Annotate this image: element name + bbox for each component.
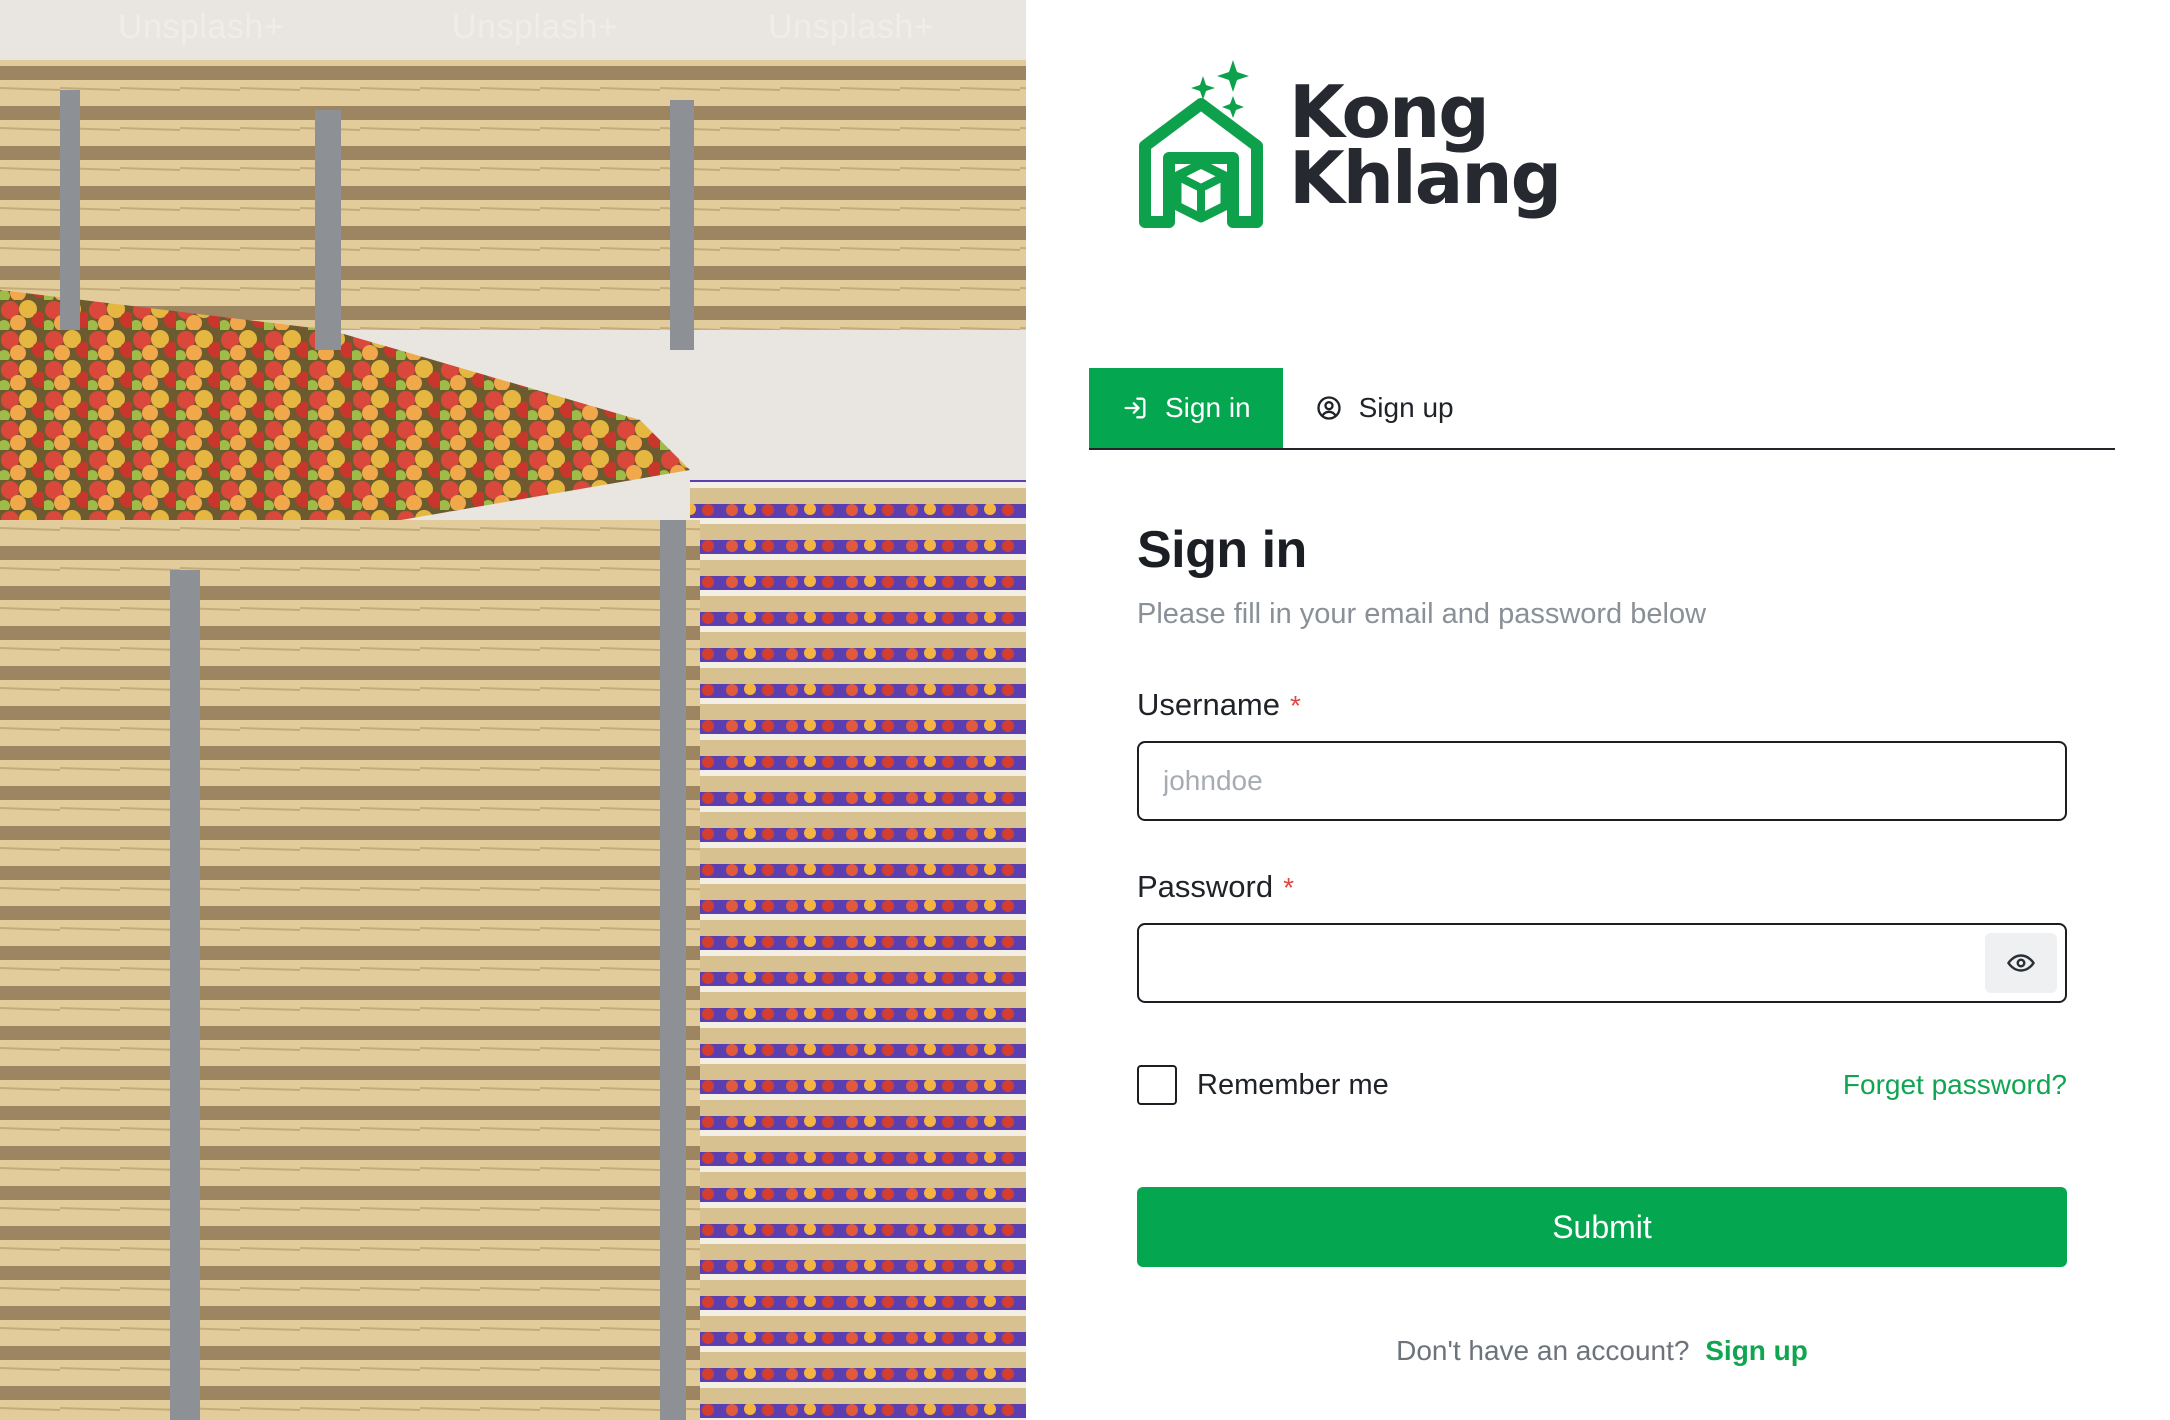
username-input[interactable]	[1139, 743, 2065, 819]
submit-button[interactable]: Submit	[1137, 1187, 2067, 1267]
brand-name: Kong Khlang	[1289, 76, 1562, 220]
auth-panel: Kong Khlang Sign in Sign up Sign in Plea…	[1026, 0, 2170, 1420]
signup-link[interactable]: Sign up	[1705, 1335, 1808, 1366]
toggle-password-visibility-button[interactable]	[1985, 933, 2057, 993]
sign-in-form: Sign in Please fill in your email and pa…	[1137, 520, 2067, 1367]
required-mark: *	[1283, 872, 1295, 903]
sign-in-icon	[1121, 394, 1149, 422]
remember-me-label[interactable]: Remember me	[1197, 1069, 1389, 1102]
apple-crates-image	[0, 0, 1026, 1420]
user-circle-icon	[1315, 394, 1343, 422]
required-mark: *	[1290, 690, 1301, 721]
signup-prompt: Don't have an account? Sign up	[1137, 1335, 2067, 1367]
remember-me-checkbox[interactable]	[1137, 1065, 1177, 1105]
username-label: Username *	[1137, 687, 2067, 723]
forgot-password-link[interactable]: Forget password?	[1843, 1069, 2067, 1101]
sign-in-page: Unsplash+ Unsplash+ Unsplash+ Kong Khlan…	[0, 0, 2170, 1420]
watermark-text: Unsplash+	[768, 8, 935, 46]
auth-tabs: Sign in Sign up	[1089, 368, 2115, 450]
password-label: Password *	[1137, 869, 2067, 905]
tab-sign-up[interactable]: Sign up	[1283, 368, 1486, 448]
brand-logo: Kong Khlang	[1137, 60, 1562, 230]
remember-me: Remember me	[1137, 1065, 1389, 1105]
signup-prompt-text: Don't have an account?	[1396, 1335, 1690, 1366]
eye-icon	[2007, 954, 2035, 972]
form-title: Sign in	[1137, 521, 1307, 579]
watermark-text: Unsplash+	[452, 8, 619, 46]
brand-name-line2: Khlang	[1289, 136, 1562, 220]
form-options-row: Remember me Forget password?	[1137, 1065, 2067, 1105]
watermark-text: Unsplash+	[118, 8, 285, 46]
username-label-text: Username	[1137, 687, 1280, 722]
form-subtitle: Please fill in your email and password b…	[1137, 598, 1707, 630]
tab-sign-up-label: Sign up	[1358, 392, 1454, 423]
hero-photo: Unsplash+ Unsplash+ Unsplash+	[0, 0, 1026, 1420]
tab-sign-in-label: Sign in	[1165, 392, 1251, 423]
username-field-wrapper	[1137, 741, 2067, 821]
password-input[interactable]	[1139, 925, 2065, 1001]
password-field-wrapper	[1137, 923, 2067, 1003]
warehouse-box-icon	[1139, 60, 1263, 228]
tab-sign-in[interactable]: Sign in	[1089, 368, 1283, 448]
password-label-text: Password	[1137, 869, 1274, 904]
